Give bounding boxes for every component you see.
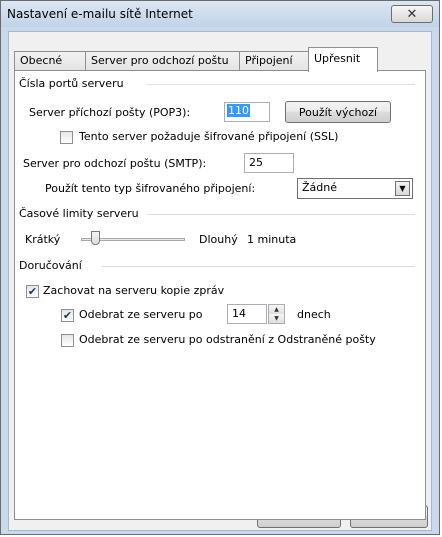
tab-label: Připojení <box>245 54 293 67</box>
tab-label: Server pro odchozí poštu <box>91 54 229 67</box>
remove-after-checkbox[interactable]: ✔ <box>61 309 74 322</box>
group-divider <box>101 266 415 267</box>
tab-label: Upřesnit <box>314 52 361 65</box>
keep-copy-label: Zachovat na serveru kopie zpráv <box>43 284 225 297</box>
remove-deleted-label: Odebrat ze serveru po odstranění z Odstr… <box>79 333 376 346</box>
encryption-type-select[interactable]: Žádné ▼ <box>297 178 413 199</box>
encryption-type-value: Žádné <box>302 181 337 194</box>
check-icon: ✔ <box>62 309 73 322</box>
ssl-checkbox[interactable] <box>60 131 73 144</box>
ports-group-title: Čísla portů serveru <box>19 77 128 90</box>
smtp-label: Server pro odchozí poštu (SMTP): <box>23 157 207 170</box>
pop3-port-value: 110 <box>227 104 250 117</box>
delivery-group-title: Doručování <box>19 259 86 272</box>
group-divider <box>147 214 415 215</box>
timeout-value: 1 minuta <box>247 233 297 246</box>
ssl-label: Tento server požaduje šifrované připojen… <box>79 130 339 143</box>
tab-connection[interactable]: Připojení <box>239 51 309 71</box>
window-title: Nastavení e-mailu sítě Internet <box>7 7 193 21</box>
close-button[interactable]: ✕ <box>391 5 433 23</box>
remove-after-days-value: 14 <box>232 307 246 320</box>
encryption-label: Použít tento typ šifrovaného připojení: <box>45 182 256 195</box>
chevron-down-icon: ▼ <box>395 181 410 196</box>
timeout-slider-thumb[interactable] <box>91 231 100 245</box>
tab-general[interactable]: Obecné <box>14 51 86 71</box>
tab-panel-advanced: Čísla portů serveru Server příchozí pošt… <box>14 70 426 520</box>
dialog-window: Nastavení e-mailu sítě Internet ✕ Obecné… <box>0 0 440 535</box>
close-icon: ✕ <box>406 6 418 22</box>
days-spinner[interactable]: ▲ ▼ <box>268 304 285 324</box>
remove-after-days-input[interactable]: 14 <box>227 304 267 324</box>
remove-deleted-checkbox[interactable] <box>61 334 74 347</box>
tab-label: Obecné <box>20 54 63 67</box>
pop3-label: Server příchozí pošty (POP3): <box>29 106 191 119</box>
timeout-long-label: Dlouhý <box>199 233 238 246</box>
smtp-port-input[interactable]: 25 <box>244 153 294 173</box>
tab-outgoing-server[interactable]: Server pro odchozí poštu <box>85 51 240 71</box>
keep-copy-checkbox[interactable]: ✔ <box>26 285 39 298</box>
title-bar[interactable]: Nastavení e-mailu sítě Internet ✕ <box>1 1 439 27</box>
group-divider <box>147 84 415 85</box>
pop3-port-input[interactable]: 110 <box>224 102 270 122</box>
dialog-client-area: Obecné Server pro odchozí poštu Připojen… <box>8 31 432 531</box>
use-default-button[interactable]: Použít výchozí <box>285 101 391 123</box>
timeout-short-label: Krátký <box>25 233 61 246</box>
days-unit-label: dnech <box>297 308 331 321</box>
check-icon: ✔ <box>27 285 38 298</box>
tab-advanced[interactable]: Upřesnit <box>308 47 378 72</box>
timeouts-group-title: Časové limity serveru <box>19 207 143 220</box>
smtp-port-value: 25 <box>249 156 263 169</box>
remove-after-label: Odebrat ze serveru po <box>79 308 203 321</box>
spin-down-icon[interactable]: ▼ <box>269 314 284 323</box>
